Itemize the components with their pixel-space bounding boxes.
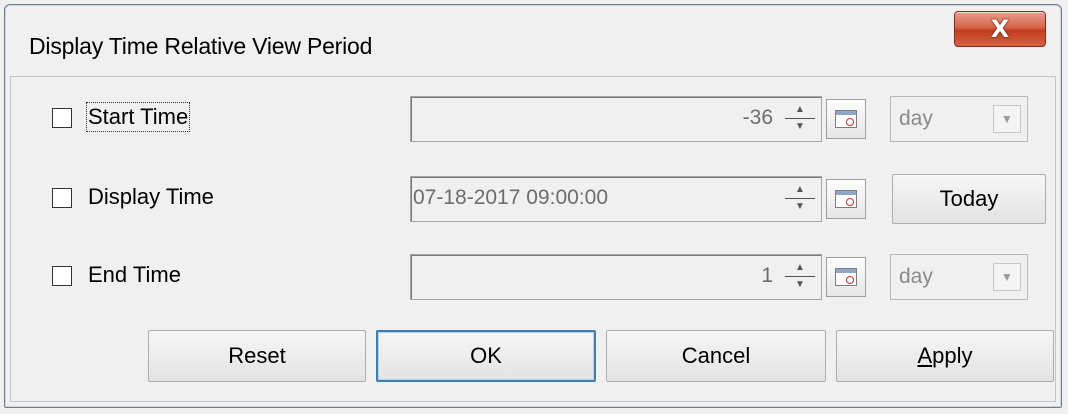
display-time-field[interactable]: 07-18-2017 09:00:00 ▲ ▼ [410,176,822,222]
start-time-calendar-button[interactable] [826,99,866,139]
start-time-unit-value: day [899,107,933,130]
start-time-spinner[interactable]: ▲ ▼ [785,103,815,135]
display-time-value: 07-18-2017 09:00:00 [413,186,608,209]
display-time-label[interactable]: Display Time [88,184,214,210]
display-time-calendar-button[interactable] [826,179,866,219]
display-time-spinner[interactable]: ▲ ▼ [785,183,815,215]
end-time-calendar-button[interactable] [826,257,866,297]
chevron-down-icon[interactable]: ▼ [993,105,1021,133]
end-time-unit-select[interactable]: day ▼ [890,254,1028,300]
calendar-icon [835,268,857,286]
apply-button[interactable]: Apply [836,330,1054,382]
close-button[interactable]: X [954,11,1046,47]
ok-button[interactable]: OK [376,330,596,382]
start-time-offset-value: -36 [742,106,773,129]
spin-up-icon[interactable]: ▲ [787,183,813,197]
end-time-offset-field[interactable]: 1 ▲ ▼ [410,254,822,300]
spin-up-icon[interactable]: ▲ [787,103,813,117]
cancel-button[interactable]: Cancel [606,330,826,382]
apply-label-rest: pply [932,343,973,368]
reset-button[interactable]: Reset [148,330,366,382]
close-icon: X [990,15,1010,43]
start-time-checkbox[interactable] [52,108,72,128]
spin-down-icon[interactable]: ▼ [787,200,813,214]
end-time-spinner[interactable]: ▲ ▼ [785,261,815,293]
start-time-offset-field[interactable]: -36 ▲ ▼ [410,96,822,142]
end-time-unit-value: day [899,265,933,288]
end-time-offset-value: 1 [761,264,773,287]
spin-down-icon[interactable]: ▼ [787,278,813,292]
calendar-icon [835,110,857,128]
today-button[interactable]: Today [892,174,1046,224]
end-time-checkbox[interactable] [52,266,72,286]
calendar-icon [835,190,857,208]
display-time-checkbox[interactable] [52,188,72,208]
end-time-label[interactable]: End Time [88,262,181,288]
spin-down-icon[interactable]: ▼ [787,120,813,134]
spin-up-icon[interactable]: ▲ [787,261,813,275]
chevron-down-icon[interactable]: ▼ [993,263,1021,291]
start-time-label[interactable]: Start Time [85,102,191,132]
apply-mnemonic: A [917,343,933,368]
dialog-title: Display Time Relative View Period [29,33,373,59]
start-time-unit-select[interactable]: day ▼ [890,96,1028,142]
